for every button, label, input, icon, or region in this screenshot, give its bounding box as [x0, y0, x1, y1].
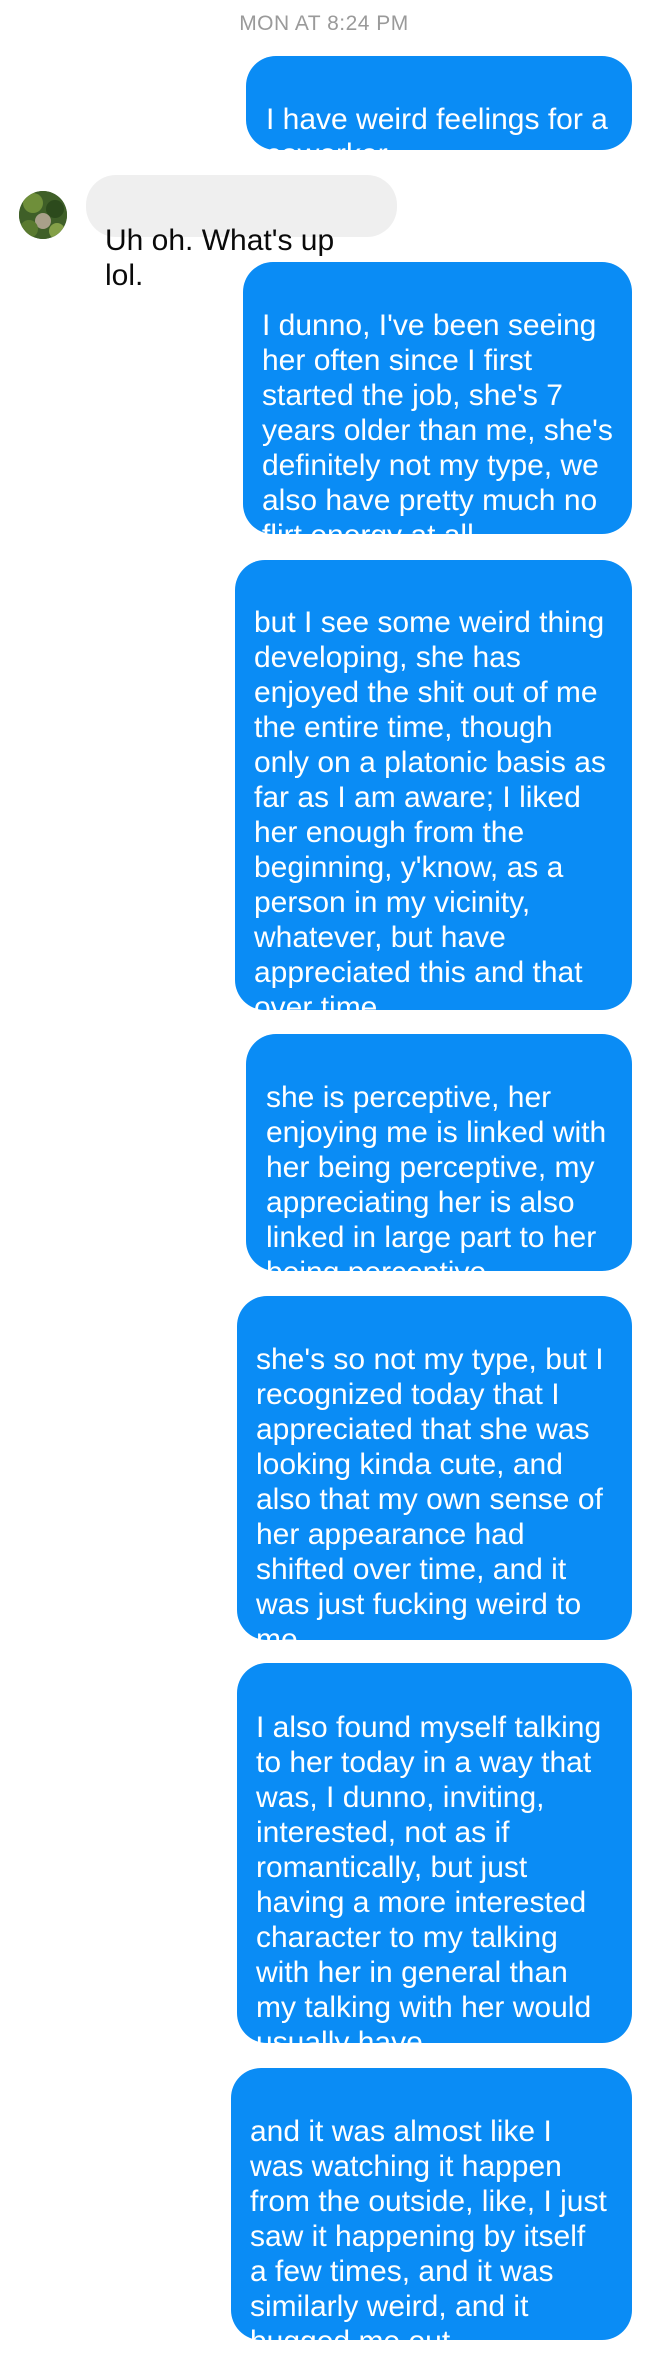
message-text: and it was almost like I was watching it…	[250, 2115, 607, 2358]
sent-message-bubble[interactable]: but I see some weird thing developing, s…	[235, 560, 632, 1024]
message-text: I also found myself talking to her today…	[256, 1711, 602, 2059]
message-text: but I see some weird thing developing, s…	[254, 606, 606, 1024]
sent-message-bubble[interactable]: I dunno, I've been seeing her often sinc…	[243, 262, 632, 552]
message-text: she's so not my type, but I recognized t…	[256, 1343, 604, 1656]
received-message-bubble[interactable]: Uh oh. What's up lol.	[86, 175, 397, 292]
message-text: I dunno, I've been seeing her often sinc…	[262, 309, 613, 552]
sent-message-bubble[interactable]: she is perceptive, her enjoying me is li…	[246, 1034, 632, 1289]
sent-message-bubble[interactable]: and it was almost like I was watching it…	[231, 2068, 632, 2358]
avatar-photo-icon	[19, 191, 67, 239]
message-text: I have weird feelings for a coworker	[266, 103, 608, 171]
contact-avatar[interactable]	[19, 191, 67, 239]
conversation-timestamp: MON AT 8:24 PM	[239, 12, 409, 35]
sent-message-bubble[interactable]: I also found myself talking to her today…	[237, 1663, 632, 2059]
message-text: she is perceptive, her enjoying me is li…	[266, 1081, 607, 1289]
sent-message-bubble[interactable]: she's so not my type, but I recognized t…	[237, 1296, 632, 1656]
sent-message-bubble[interactable]: I have weird feelings for a coworker	[246, 56, 632, 171]
